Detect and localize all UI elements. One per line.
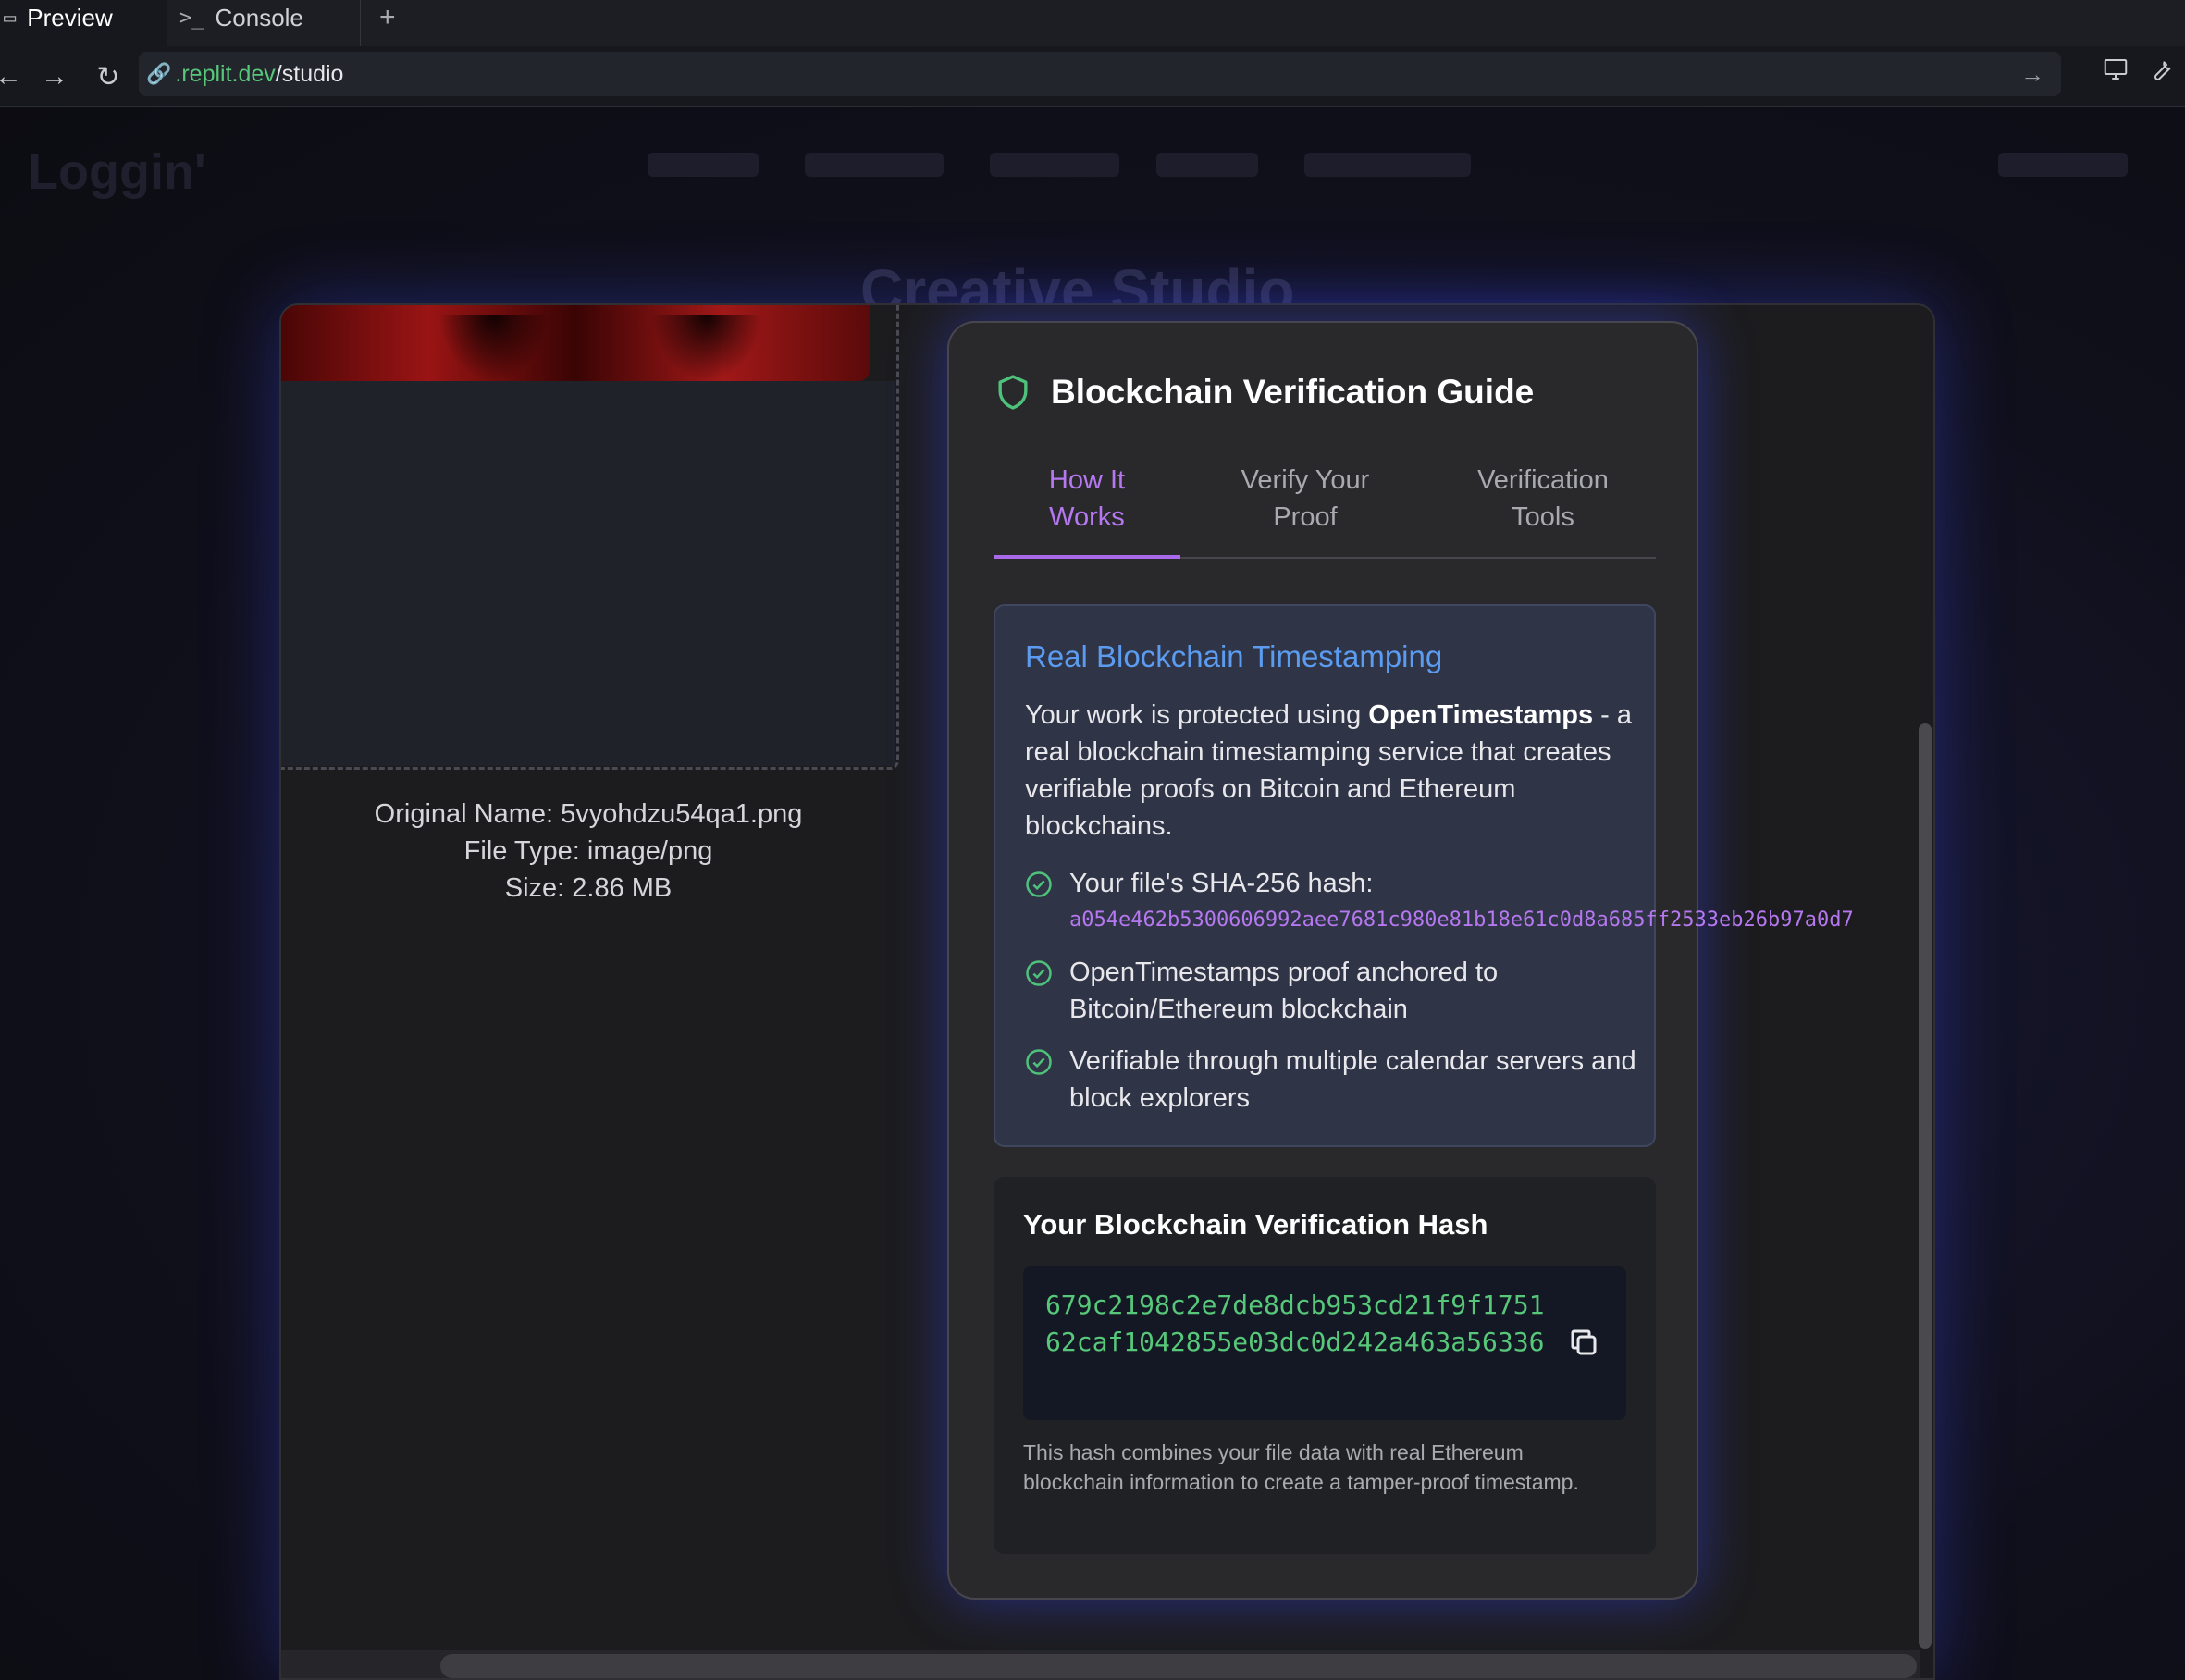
opentimestamps-label: OpenTimestamps <box>1368 700 1594 730</box>
original-name: Original Name: 5vyohdzu54qa1.png <box>374 799 803 829</box>
url-path: /studio <box>275 60 344 87</box>
guide-tabs: How It Works Verify Your Proof Verificatio… <box>994 462 1656 559</box>
browser-tab-bar: ▭ Preview >_ Console + <box>0 0 2185 46</box>
check-item-hash: Your file's SHA-256 hash: a054e462b53006… <box>1025 865 1854 939</box>
check-item-anchored: OpenTimestamps proof anchored to Bitcoin… <box>1025 954 1643 1028</box>
vertical-scrollbar[interactable] <box>1917 305 1933 1678</box>
wrench-icon[interactable] <box>2148 56 2176 83</box>
blockchain-guide-modal: Blockchain Verification Guide How It Work… <box>947 321 1854 1600</box>
go-arrow-icon[interactable]: → <box>2020 60 2044 89</box>
nav-placeholder <box>648 153 759 177</box>
tab-console-label: Console <box>215 3 303 31</box>
file-info: Original Name: 5vyohdzu54qa1.png File Ty… <box>281 796 895 907</box>
nav-placeholder <box>1156 153 1258 177</box>
verification-hash-card: Your Blockchain Verification Hash 679c21… <box>994 1177 1656 1554</box>
verification-hash[interactable]: 679c2198c2e7de8dcb953cd21f9f175162caf104… <box>1045 1287 1545 1361</box>
hash-display: 679c2198c2e7de8dcb953cd21f9f175162caf104… <box>1023 1266 1626 1420</box>
check-circle-icon <box>1026 1049 1052 1075</box>
guide-title: Blockchain Verification Guide <box>1051 373 1535 411</box>
nav-placeholder <box>1998 153 2128 177</box>
hash-card-title: Your Blockchain Verification Hash <box>1023 1208 1488 1241</box>
tab-preview-label: Preview <box>27 3 113 31</box>
check-circle-icon <box>1026 960 1052 986</box>
file-type: File Type: image/png <box>463 836 713 866</box>
info-intro-before: Your work is protected using <box>1025 700 1369 730</box>
hash-note: This hash combines your file data with r… <box>1023 1440 1579 1494</box>
new-tab-button[interactable]: + <box>361 2 414 46</box>
nav-placeholder <box>1304 153 1471 177</box>
tab-label-line: Tools <box>1512 502 1574 532</box>
tab-label-line: Proof <box>1273 502 1338 532</box>
browser-tools <box>2102 56 2176 83</box>
check-item-verifiable: Verifiable through multiple calendar ser… <box>1025 1043 1643 1117</box>
guide-header: Blockchain Verification Guide <box>995 373 1534 412</box>
info-heading: Real Blockchain Timestamping <box>1025 639 1443 673</box>
app-logo: Loggin' <box>28 144 206 200</box>
dropzone-border <box>281 305 899 770</box>
tab-label-line: Verify Your <box>1241 465 1370 495</box>
nav-placeholder <box>805 153 944 177</box>
tab-console[interactable]: >_ Console <box>167 0 361 46</box>
check-item-text: Verifiable through multiple calendar ser… <box>1069 1046 1636 1113</box>
tab-label-line: Verification <box>1477 465 1609 495</box>
timestamping-info-card: Real Blockchain Timestamping Your work i… <box>994 604 1854 1147</box>
link-icon: 🔗 <box>146 62 172 85</box>
tab-verify-your-proof[interactable]: Verify Your Proof <box>1180 462 1430 559</box>
reload-icon: ↻ <box>96 61 120 93</box>
tab-verification-tools[interactable]: Verification Tools <box>1430 462 1656 559</box>
tab-label-line: Works <box>1049 502 1125 532</box>
horizontal-scroll-thumb[interactable] <box>440 1654 1917 1678</box>
reload-button[interactable]: ↻ <box>83 52 133 102</box>
vertical-scroll-thumb[interactable] <box>1919 723 1932 1649</box>
monitor-icon[interactable] <box>2102 56 2129 83</box>
terminal-icon: >_ <box>179 6 204 30</box>
tab-how-it-works[interactable]: How It Works <box>994 462 1180 559</box>
check-circle-icon <box>1026 871 1052 897</box>
file-size: Size: 2.86 MB <box>504 873 673 903</box>
forward-button[interactable]: → <box>30 52 80 102</box>
copy-icon[interactable] <box>1567 1326 1600 1359</box>
arrow-left-icon: ← <box>0 61 22 92</box>
address-bar: ← → ↻ 🔗 .replit.dev /studio → <box>0 46 2185 107</box>
url-field[interactable]: 🔗 .replit.dev /studio → <box>139 52 2061 96</box>
file-sha256-hash: a054e462b5300606992aee7681c980e81b18e61c… <box>1069 908 1854 932</box>
shield-icon <box>998 375 1028 410</box>
arrow-right-icon: → <box>41 61 68 92</box>
info-paragraph: Your work is protected using OpenTimesta… <box>1025 697 1636 845</box>
check-item-text: Your file's SHA-256 hash: <box>1069 869 1374 898</box>
nav-placeholder <box>990 153 1119 177</box>
back-button[interactable]: ← <box>0 52 33 102</box>
window-icon: ▭ <box>4 6 17 30</box>
tab-preview[interactable]: ▭ Preview <box>0 0 167 46</box>
check-item-text: OpenTimestamps proof anchored to Bitcoin… <box>1069 957 1499 1024</box>
tab-label-line: How It <box>1048 465 1126 495</box>
url-domain: .replit.dev <box>175 60 276 87</box>
